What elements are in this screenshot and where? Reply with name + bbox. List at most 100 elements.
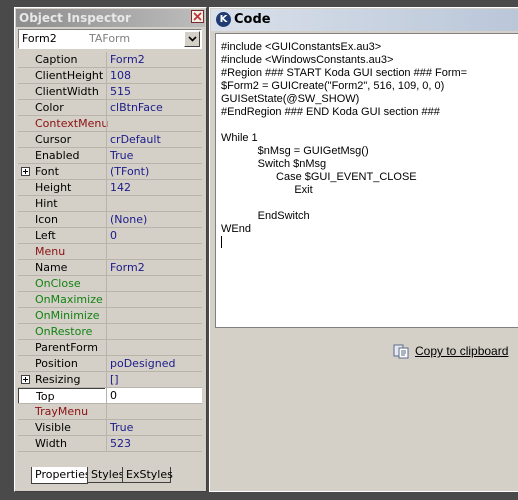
property-row-enabled[interactable]: Enabled True (18, 148, 202, 164)
property-value[interactable]: 0 (106, 388, 202, 403)
property-value[interactable]: clBtnFace (106, 100, 202, 115)
code-line: While 1 (221, 132, 258, 144)
property-name: Font (18, 164, 105, 179)
object-inspector-title: Object Inspector (16, 9, 205, 27)
code-line: #EndRegion ### END Koda GUI section ### (221, 106, 440, 118)
property-row-top[interactable]: Top 0 (18, 388, 202, 404)
property-name: ClientWidth (18, 84, 105, 99)
property-value[interactable]: crDefault (106, 132, 202, 147)
property-name: OnMaximize (18, 292, 105, 307)
property-value[interactable]: 108 (106, 68, 202, 83)
code-line: Exit (221, 184, 313, 196)
property-grid: Caption Form2 ClientHeight 108 ClientWidth 51… (18, 52, 202, 452)
property-value[interactable] (106, 324, 202, 339)
property-name-text: Name (35, 261, 68, 274)
property-row-cursor[interactable]: Cursor crDefault (18, 132, 202, 148)
property-row-name[interactable]: Name Form2 (18, 260, 202, 276)
property-value[interactable] (106, 116, 202, 131)
koda-logo-icon: K (216, 12, 231, 27)
property-name-text: Font (35, 165, 59, 178)
property-value[interactable]: (None) (106, 212, 202, 227)
code-line: #include <GUIConstantsEx.au3> (221, 41, 382, 53)
property-row-height[interactable]: Height 142 (18, 180, 202, 196)
property-row-menu[interactable]: Menu (18, 244, 202, 260)
property-name-text: Height (35, 181, 72, 194)
property-name-text: Resizing (35, 373, 81, 386)
property-value[interactable]: Form2 (106, 260, 202, 275)
component-type: TAForm (89, 32, 131, 45)
property-value[interactable]: True (106, 148, 202, 163)
property-name: ParentForm (18, 340, 105, 355)
property-row-onclose[interactable]: OnClose (18, 276, 202, 292)
code-line: $Form2 = GUICreate("Form2", 516, 109, 0,… (221, 80, 445, 92)
property-name: Color (18, 100, 105, 115)
tab-exstyles[interactable]: ExStyles (122, 467, 173, 483)
property-value[interactable]: [] (106, 372, 202, 387)
property-row-traymenu[interactable]: TrayMenu (18, 404, 202, 420)
property-row-color[interactable]: Color clBtnFace (18, 100, 202, 116)
property-name: Name (18, 260, 105, 275)
property-row-left[interactable]: Left 0 (18, 228, 202, 244)
copy-to-clipboard-button[interactable]: Copy to clipboard (393, 341, 508, 361)
property-name: Height (18, 180, 105, 195)
property-name-text: Enabled (35, 149, 80, 162)
chevron-down-icon[interactable] (184, 31, 200, 47)
code-line: Case $GUI_EVENT_CLOSE (221, 171, 417, 183)
tab-properties[interactable]: Properties (31, 467, 91, 484)
property-row-font[interactable]: Font (TFont) (18, 164, 202, 180)
property-name-text: TrayMenu (35, 405, 89, 418)
property-name-text: ClientHeight (35, 69, 104, 82)
property-value[interactable]: Form2 (106, 52, 202, 67)
property-name: Caption (18, 52, 105, 67)
property-value[interactable]: (TFont) (106, 164, 202, 179)
property-name: ClientHeight (18, 68, 105, 83)
property-value[interactable] (106, 404, 202, 419)
copy-label: Copy to clipboard (415, 344, 509, 358)
property-name: Menu (18, 244, 105, 259)
property-row-icon[interactable]: Icon (None) (18, 212, 202, 228)
property-value[interactable] (106, 292, 202, 307)
property-row-onmaximize[interactable]: OnMaximize (18, 292, 202, 308)
property-value[interactable]: True (106, 420, 202, 435)
property-value[interactable]: 523 (106, 436, 202, 451)
property-name-text: OnClose (35, 277, 81, 290)
property-row-caption[interactable]: Caption Form2 (18, 52, 202, 68)
property-name: Cursor (18, 132, 105, 147)
property-row-hint[interactable]: Hint (18, 196, 202, 212)
property-row-clientwidth[interactable]: ClientWidth 515 (18, 84, 202, 100)
property-name: OnMinimize (18, 308, 105, 323)
property-value[interactable]: 515 (106, 84, 202, 99)
property-row-contextmenu[interactable]: ContextMenu (18, 116, 202, 132)
property-value[interactable] (106, 196, 202, 211)
property-row-parentform[interactable]: ParentForm (18, 340, 202, 356)
property-name-text: OnRestore (35, 325, 93, 338)
property-row-width[interactable]: Width 523 (18, 436, 202, 452)
code-editor[interactable]: #include <GUIConstantsEx.au3> #include <W… (215, 33, 518, 328)
property-value[interactable] (106, 308, 202, 323)
property-name: Width (18, 436, 105, 451)
property-row-resizing[interactable]: Resizing [] (18, 372, 202, 388)
close-icon[interactable] (191, 10, 204, 23)
property-value[interactable]: 142 (106, 180, 202, 195)
property-name: Left (18, 228, 105, 243)
component-selector[interactable]: Form2 TAForm (18, 29, 202, 49)
property-value[interactable]: 0 (106, 228, 202, 243)
property-row-position[interactable]: Position poDesigned (18, 356, 202, 372)
tab-styles[interactable]: Styles (87, 467, 124, 483)
property-name: Icon (18, 212, 105, 227)
property-name-text: Color (35, 101, 64, 114)
property-name: Enabled (18, 148, 105, 163)
property-row-visible[interactable]: Visible True (18, 420, 202, 436)
property-value[interactable] (106, 244, 202, 259)
property-value[interactable] (106, 276, 202, 291)
property-row-clientheight[interactable]: ClientHeight 108 (18, 68, 202, 84)
property-name-text: Hint (35, 197, 58, 210)
property-row-onminimize[interactable]: OnMinimize (18, 308, 202, 324)
property-row-onrestore[interactable]: OnRestore (18, 324, 202, 340)
property-name: ContextMenu (18, 116, 108, 131)
property-value[interactable]: poDesigned (106, 356, 202, 371)
property-name-text: OnMinimize (35, 309, 100, 322)
property-value[interactable] (106, 340, 202, 355)
